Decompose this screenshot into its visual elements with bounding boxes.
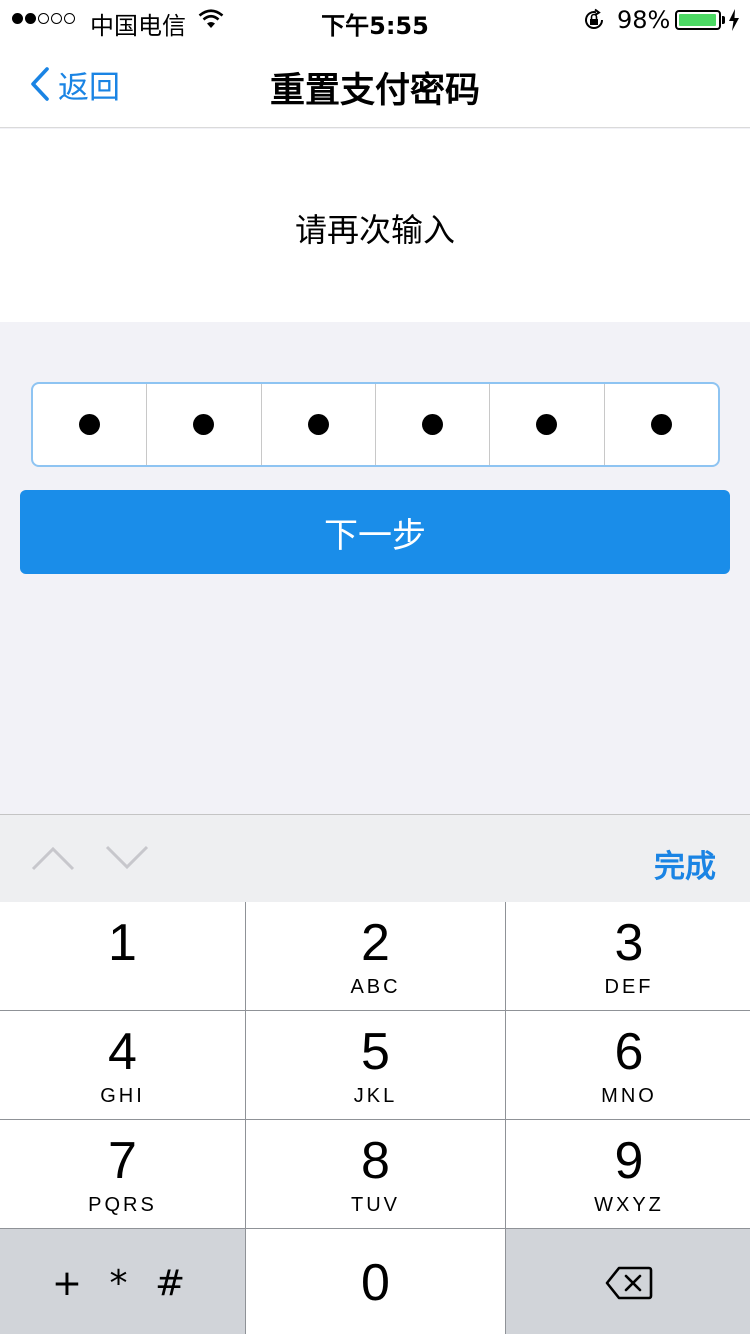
page-title: 重置支付密码: [269, 71, 480, 111]
key-8[interactable]: 8 TUV: [246, 1120, 505, 1228]
battery-icon: [675, 10, 721, 30]
pin-cell: [490, 384, 605, 465]
key-2[interactable]: 2 ABC: [246, 902, 505, 1010]
key-3[interactable]: 3 DEF: [506, 902, 750, 1010]
pin-cell: [147, 384, 262, 465]
key-1[interactable]: 1: [0, 902, 245, 1010]
next-step-button[interactable]: 下一步: [20, 490, 730, 574]
keyboard-accessory-bar: 完成: [0, 814, 750, 902]
key-5[interactable]: 5 JKL: [246, 1011, 505, 1119]
key-9[interactable]: 9 WXYZ: [506, 1120, 750, 1228]
pin-cell: [376, 384, 491, 465]
pin-dot: [422, 414, 444, 435]
prompt-area: 请再次输入: [0, 129, 750, 322]
done-button[interactable]: 完成: [654, 841, 716, 886]
backspace-icon: [605, 1266, 653, 1300]
key-0[interactable]: 0: [246, 1229, 505, 1334]
pin-dot: [307, 414, 329, 435]
battery-percent: 98%: [617, 6, 671, 34]
next-field-icon[interactable]: [105, 845, 149, 871]
pin-cell: [605, 384, 718, 465]
delete-key[interactable]: [506, 1229, 750, 1334]
rotation-lock-icon: [585, 8, 604, 29]
previous-field-icon[interactable]: [31, 845, 75, 871]
symbols-label: + * #: [51, 1262, 194, 1304]
key-4[interactable]: 4 GHI: [0, 1011, 245, 1119]
pin-dot: [650, 414, 672, 435]
key-7[interactable]: 7 PQRS: [0, 1120, 245, 1228]
pin-input[interactable]: [31, 382, 720, 467]
navigation-bar: 返回 重置支付密码: [0, 40, 750, 128]
prompt-text: 请再次输入: [294, 211, 455, 249]
pin-cell: [262, 384, 376, 465]
numeric-keypad: 1 2 ABC 3 DEF 4 GHI 5 JKL 6 MNO 7 PQRS 8 TUV 9W…: [0, 902, 750, 1334]
pin-dot: [536, 414, 558, 435]
status-bar: 中国电信 下午5:55 98%: [0, 0, 750, 40]
charging-bolt-icon: [729, 9, 739, 31]
pin-dot: [79, 414, 101, 435]
pin-dot: [193, 414, 215, 435]
pin-cell: [33, 384, 148, 465]
battery-tip: [722, 16, 725, 24]
symbols-key[interactable]: + * #: [0, 1229, 245, 1334]
key-6[interactable]: 6 MNO: [506, 1011, 750, 1119]
